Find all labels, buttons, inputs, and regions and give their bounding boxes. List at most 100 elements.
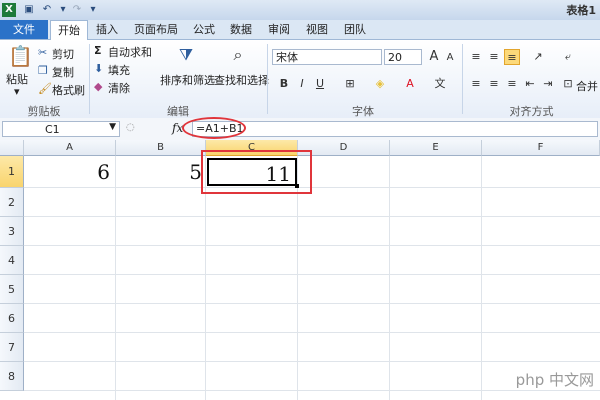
- column-header-f[interactable]: F: [482, 140, 600, 156]
- sort-filter-icon: ⧩: [178, 45, 194, 64]
- chevron-down-icon[interactable]: ▼: [109, 122, 116, 132]
- gridline: [24, 187, 600, 188]
- tab-formulas[interactable]: 公式: [188, 20, 220, 39]
- copy-button[interactable]: 复制: [52, 64, 74, 80]
- ribbon-tabs: 文件 开始 插入 页面布局 公式 数据 审阅 视图 团队: [0, 20, 600, 41]
- ribbon: 📋 粘贴 ▾ ✂ 剪切 ❐ 复制 🖌 格式刷 剪贴板 Σ 自动求和 ⬇ 填充 ◆…: [0, 40, 600, 119]
- format-painter-icon: 🖌: [38, 82, 52, 95]
- italic-icon[interactable]: I: [294, 76, 310, 92]
- paste-icon[interactable]: 📋: [8, 44, 33, 68]
- row-header-2[interactable]: 2: [0, 188, 24, 217]
- column-header-b[interactable]: B: [116, 140, 206, 156]
- title-bar: X ▣ ↶ ▾ ↷ ▾ 表格1: [0, 0, 600, 21]
- redo-icon[interactable]: ↷: [70, 3, 84, 17]
- phonetic-icon[interactable]: 文: [432, 76, 448, 92]
- font-color-icon[interactable]: A: [402, 76, 418, 92]
- select-all-corner[interactable]: [0, 140, 24, 156]
- increase-indent-icon[interactable]: ⇥: [540, 76, 556, 92]
- tab-page-layout[interactable]: 页面布局: [128, 20, 184, 39]
- tab-insert[interactable]: 插入: [90, 20, 124, 39]
- autosum-button[interactable]: 自动求和: [108, 44, 152, 60]
- gridline: [24, 303, 600, 304]
- window-title: 表格1: [566, 4, 596, 17]
- align-left-icon[interactable]: ≡: [468, 76, 484, 92]
- tab-review[interactable]: 审阅: [262, 20, 296, 39]
- gridline: [24, 332, 600, 333]
- undo-icon[interactable]: ↶: [40, 3, 54, 17]
- clipboard-group-label: 剪贴板: [27, 105, 61, 118]
- copy-icon: ❐: [38, 64, 48, 77]
- decrease-indent-icon[interactable]: ⇤: [522, 76, 538, 92]
- gridline: [24, 245, 600, 246]
- gridline: [24, 274, 600, 275]
- gridline: [24, 390, 600, 391]
- name-box[interactable]: C1 ▼: [2, 121, 120, 137]
- tab-team[interactable]: 团队: [338, 20, 372, 39]
- row-header-4[interactable]: 4: [0, 246, 24, 275]
- tab-data[interactable]: 数据: [224, 20, 258, 39]
- merge-icon: ⊡: [563, 77, 573, 90]
- gridline: [115, 156, 116, 400]
- tab-file[interactable]: 文件: [0, 20, 48, 39]
- highlight-box: [201, 150, 312, 194]
- sort-filter-button[interactable]: 排序和筛选: [160, 72, 215, 88]
- column-header-a[interactable]: A: [24, 140, 116, 156]
- grow-font-icon[interactable]: A: [426, 49, 442, 65]
- fill-color-icon[interactable]: ◈: [372, 76, 388, 92]
- tab-home[interactable]: 开始: [50, 20, 88, 41]
- customize-toolbar-icon[interactable]: ▾: [86, 3, 100, 17]
- paste-dropdown-icon[interactable]: ▾: [14, 85, 20, 98]
- tab-view[interactable]: 视图: [300, 20, 334, 39]
- bold-icon[interactable]: B: [276, 76, 292, 92]
- align-center-icon[interactable]: ≡: [486, 76, 502, 92]
- underline-icon[interactable]: U: [312, 76, 328, 92]
- format-painter-button[interactable]: 格式刷: [52, 82, 85, 98]
- editing-group-label: 编辑: [167, 105, 189, 118]
- eraser-icon: ◆: [94, 80, 103, 93]
- highlight-ellipse: [182, 117, 246, 139]
- watermark: php 中文网: [515, 371, 594, 389]
- save-icon[interactable]: ▣: [22, 3, 36, 17]
- cell-b1[interactable]: 5: [116, 158, 204, 186]
- gridline: [389, 156, 390, 400]
- gridline: [24, 361, 600, 362]
- binoculars-icon: ⌕: [233, 45, 243, 64]
- formula-bar: C1 ▼ ◌ fx =A1+B1: [0, 117, 600, 141]
- align-top-icon[interactable]: ≡: [468, 49, 484, 65]
- clear-button[interactable]: 清除: [108, 80, 130, 96]
- fill-icon: ⬇: [94, 62, 104, 75]
- find-select-button[interactable]: 查找和选择: [214, 72, 269, 88]
- scissors-icon: ✂: [38, 46, 48, 59]
- row-header-7[interactable]: 7: [0, 333, 24, 362]
- borders-icon[interactable]: ⊞: [342, 76, 358, 92]
- formula-bar-handle-icon[interactable]: ◌: [126, 122, 135, 133]
- orientation-icon[interactable]: ↗: [530, 49, 546, 65]
- font-size-select[interactable]: 20: [384, 49, 422, 65]
- undo-dropdown-icon[interactable]: ▾: [56, 3, 70, 17]
- cell-a1[interactable]: 6: [24, 158, 114, 186]
- wrap-text-icon[interactable]: ⤶: [560, 49, 576, 65]
- formula-input[interactable]: =A1+B1: [192, 121, 598, 137]
- fill-button[interactable]: 填充: [108, 62, 130, 78]
- spreadsheet-grid: A B C D E F 1 2 3 4 5 6 7 8 6 5 11 php 中…: [0, 140, 600, 400]
- name-box-value: C1: [45, 123, 60, 136]
- font-name-select[interactable]: 宋体: [272, 49, 382, 65]
- excel-logo-icon: X: [2, 3, 16, 17]
- shrink-font-icon[interactable]: A: [442, 50, 458, 66]
- column-header-e[interactable]: E: [390, 140, 482, 156]
- row-header-1[interactable]: 1: [0, 156, 24, 188]
- row-header-5[interactable]: 5: [0, 275, 24, 304]
- merge-button[interactable]: 合并: [576, 78, 598, 94]
- row-header-6[interactable]: 6: [0, 304, 24, 333]
- align-right-icon[interactable]: ≡: [504, 76, 520, 92]
- font-group-label: 字体: [352, 105, 374, 118]
- gridline: [24, 216, 600, 217]
- align-bottom-icon[interactable]: ≡: [504, 49, 520, 65]
- gridline: [481, 156, 482, 400]
- row-header-3[interactable]: 3: [0, 217, 24, 246]
- cut-button[interactable]: 剪切: [52, 46, 74, 62]
- align-middle-icon[interactable]: ≡: [486, 49, 502, 65]
- row-header-8[interactable]: 8: [0, 362, 24, 391]
- alignment-group-label: 对齐方式: [509, 105, 554, 118]
- sigma-icon: Σ: [94, 44, 102, 57]
